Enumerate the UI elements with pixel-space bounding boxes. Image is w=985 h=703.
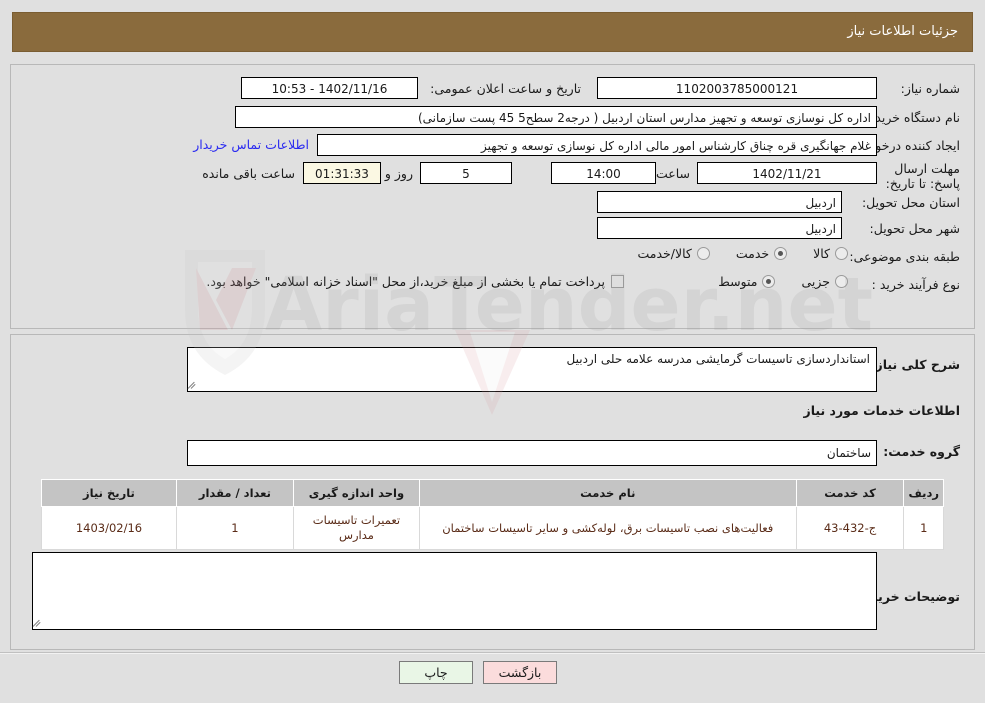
subject-category-option-label: کالا/خدمت: [637, 246, 692, 261]
remaining-days-field[interactable]: 5: [420, 162, 512, 184]
deadline-date-field[interactable]: 1402/11/21: [697, 162, 877, 184]
purchase-process-option-label: متوسط: [718, 274, 758, 289]
buyer-contact-link[interactable]: اطلاعات تماس خریدار: [193, 137, 309, 152]
purchase-process-radio-group[interactable]: جزیی متوسط: [692, 274, 848, 289]
request-creator-field[interactable]: غلام جهانگیری قره چناق کارشناس امور مالی…: [317, 134, 877, 156]
footer-separator: [0, 652, 985, 654]
purchase-process-radio-icon[interactable]: [762, 275, 776, 288]
subject-category-radio-group[interactable]: کالا خدمت کالا/خدمت: [611, 246, 848, 261]
services-table: ردیف کد خدمت نام خدمت واحد اندازه گیری تعداد…: [41, 479, 944, 550]
delivery-province-label: استان محل تحویل:: [861, 195, 960, 210]
purchase-process-option-0[interactable]: جزیی: [801, 274, 848, 289]
general-description-label: شرح کلی نیاز:: [870, 357, 960, 372]
general-description-textarea[interactable]: استانداردسازی تاسیسات گرمایشی مدرسه علام…: [187, 347, 877, 392]
purchase-process-label: نوع فرآیند خرید :: [871, 277, 960, 292]
days-and-label: روز و: [384, 166, 413, 181]
subject-category-option-label: خدمت: [735, 246, 770, 261]
delivery-city-label: شهر محل تحویل:: [869, 221, 960, 236]
page-header-bar: جزئیات اطلاعات نیاز: [12, 12, 973, 52]
subject-category-option-0[interactable]: کالا: [813, 246, 848, 261]
services-table-column-header: نام خدمت: [419, 479, 797, 507]
buyer-org-field[interactable]: اداره کل نوسازی توسعه و تجهیز مدارس استا…: [235, 106, 877, 128]
deadline-time-field[interactable]: 14:00: [551, 162, 656, 184]
purchase-process-radio-icon[interactable]: [835, 275, 848, 288]
subject-category-option-1[interactable]: خدمت: [735, 246, 788, 261]
need-summary-panel: شماره نیاز: 1102003785000121 تاریخ و ساع…: [10, 64, 975, 329]
services-table-body: 1 ج-432-43 فعالیت‌های نصب تاسیسات برق، لول…: [41, 506, 944, 550]
services-table-column-header: تعداد / مقدار: [175, 479, 294, 507]
delivery-city-field[interactable]: اردبیل: [597, 217, 842, 239]
subject-category-option-label: کالا: [813, 246, 830, 261]
purchase-process-option-label: جزیی: [801, 274, 830, 289]
subject-category-label: طبقه بندی موضوعی:: [849, 249, 960, 264]
islamic-treasury-text: پرداخت تمام یا بخشی از مبلغ خرید،از محل …: [206, 274, 605, 289]
subject-category-radio-icon[interactable]: [774, 247, 788, 260]
countdown-timer-field: 01:31:33: [303, 162, 381, 184]
services-table-column-header: کد خدمت: [795, 479, 905, 507]
service-group-label: گروه خدمت:: [883, 444, 960, 459]
page-root: AriaTender.net جزئیات اطلاعات نیاز شماره…: [0, 0, 985, 703]
islamic-treasury-checkbox[interactable]: [611, 275, 624, 288]
table-cell-unit: تعمیرات تاسیسات مدارس: [292, 506, 421, 550]
services-section-title: اطلاعات خدمات مورد نیاز: [803, 403, 961, 418]
table-cell-code: ج-432-43: [795, 506, 905, 550]
table-cell-date: 1403/02/16: [41, 506, 177, 550]
subject-category-option-2[interactable]: کالا/خدمت: [637, 246, 710, 261]
back-button[interactable]: بازگشت: [483, 661, 557, 684]
services-table-header-row: ردیف کد خدمت نام خدمت واحد اندازه گیری تعداد…: [41, 479, 944, 507]
subject-category-radio-icon[interactable]: [835, 247, 848, 260]
need-details-panel: شرح کلی نیاز: استانداردسازی تاسیسات گرما…: [10, 334, 975, 650]
remaining-hours-label: ساعت باقی مانده: [202, 166, 295, 181]
islamic-treasury-checkbox-row[interactable]: پرداخت تمام یا بخشی از مبلغ خرید،از محل …: [206, 274, 624, 289]
need-number-field[interactable]: 1102003785000121: [597, 77, 877, 99]
announce-datetime-field[interactable]: 1402/11/16 - 10:53: [241, 77, 418, 99]
need-number-label: شماره نیاز:: [900, 81, 960, 96]
purchase-process-option-1[interactable]: متوسط: [718, 274, 776, 289]
page-title: جزئیات اطلاعات نیاز: [847, 24, 958, 39]
service-group-field[interactable]: ساختمان: [187, 440, 877, 466]
table-cell-qty: 1: [175, 506, 294, 550]
response-deadline-label: مهلت ارسال پاسخ: تا تاریخ:: [885, 161, 960, 191]
table-cell-name: فعالیت‌های نصب تاسیسات برق، لوله‌کشی و س…: [419, 506, 797, 550]
print-button[interactable]: چاپ: [399, 661, 473, 684]
table-cell-row: 1: [903, 506, 944, 550]
services-table-column-header: تاریخ نیاز: [41, 479, 177, 507]
table-row[interactable]: 1 ج-432-43 فعالیت‌های نصب تاسیسات برق، لول…: [41, 506, 944, 550]
services-table-column-header: واحد اندازه گیری: [292, 479, 421, 507]
delivery-province-field[interactable]: اردبیل: [597, 191, 842, 213]
subject-category-radio-icon[interactable]: [696, 247, 710, 260]
announce-datetime-label: تاریخ و ساعت اعلان عمومی:: [430, 81, 581, 96]
hour-label: ساعت: [655, 166, 690, 181]
services-table-column-header: ردیف: [903, 479, 944, 507]
buyer-notes-textarea[interactable]: [32, 552, 877, 630]
